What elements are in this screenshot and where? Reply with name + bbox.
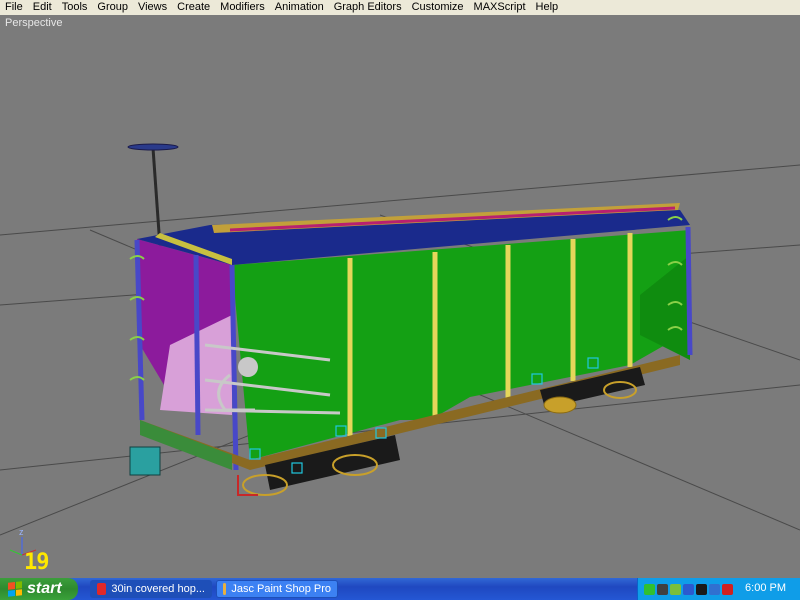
menu-animation[interactable]: Animation [270, 0, 329, 15]
taskbar-item-label: 30in covered hop... [111, 583, 205, 595]
brake-staff [151, 147, 162, 248]
frame-counter: 19 [24, 550, 49, 575]
taskbar-item-label: Jasc Paint Shop Pro [231, 583, 331, 595]
clock[interactable]: 6:00 PM [745, 582, 786, 594]
paintshop-icon [223, 583, 227, 595]
windows-logo-icon [8, 581, 22, 597]
menu-file[interactable]: File [0, 0, 28, 15]
menu-bar: File Edit Tools Group Views Create Modif… [0, 0, 800, 15]
menu-customize[interactable]: Customize [407, 0, 469, 15]
menu-help[interactable]: Help [531, 0, 564, 15]
start-label: start [27, 580, 62, 597]
taskbar: start 30in covered hop... Jasc Paint Sho… [0, 578, 800, 600]
perspective-viewport[interactable]: z Perspective 19 [0, 15, 800, 575]
viewport-label[interactable]: Perspective [5, 17, 62, 29]
monitor-icon[interactable] [696, 583, 707, 595]
update-icon[interactable] [709, 583, 720, 595]
menu-graph-editors[interactable]: Graph Editors [329, 0, 407, 15]
alert-icon[interactable] [722, 583, 733, 595]
axis-z-label: z [19, 527, 24, 537]
menu-maxscript[interactable]: MAXScript [469, 0, 531, 15]
taskbar-item-paintshop[interactable]: Jasc Paint Shop Pro [216, 580, 338, 598]
brake-wheel [127, 143, 179, 151]
brake-cylinder [238, 357, 258, 377]
menu-modifiers[interactable]: Modifiers [215, 0, 270, 15]
viewport-scene: z [0, 143, 800, 556]
menu-create[interactable]: Create [172, 0, 215, 15]
hopper-car-model[interactable] [127, 143, 693, 496]
menu-group[interactable]: Group [92, 0, 133, 15]
taskbar-item-3dsmax[interactable]: 30in covered hop... [90, 580, 212, 598]
display-icon[interactable] [657, 583, 668, 595]
volume-icon[interactable] [683, 583, 694, 595]
network-icon[interactable] [644, 583, 655, 595]
start-button[interactable]: start [0, 578, 78, 600]
side-panel [232, 230, 690, 460]
antivirus-icon[interactable] [670, 583, 681, 595]
menu-edit[interactable]: Edit [28, 0, 57, 15]
menu-views[interactable]: Views [133, 0, 172, 15]
3dsmax-icon [97, 583, 107, 595]
menu-tools[interactable]: Tools [57, 0, 93, 15]
system-tray: 6:00 PM [637, 578, 800, 600]
coupler [129, 446, 161, 476]
